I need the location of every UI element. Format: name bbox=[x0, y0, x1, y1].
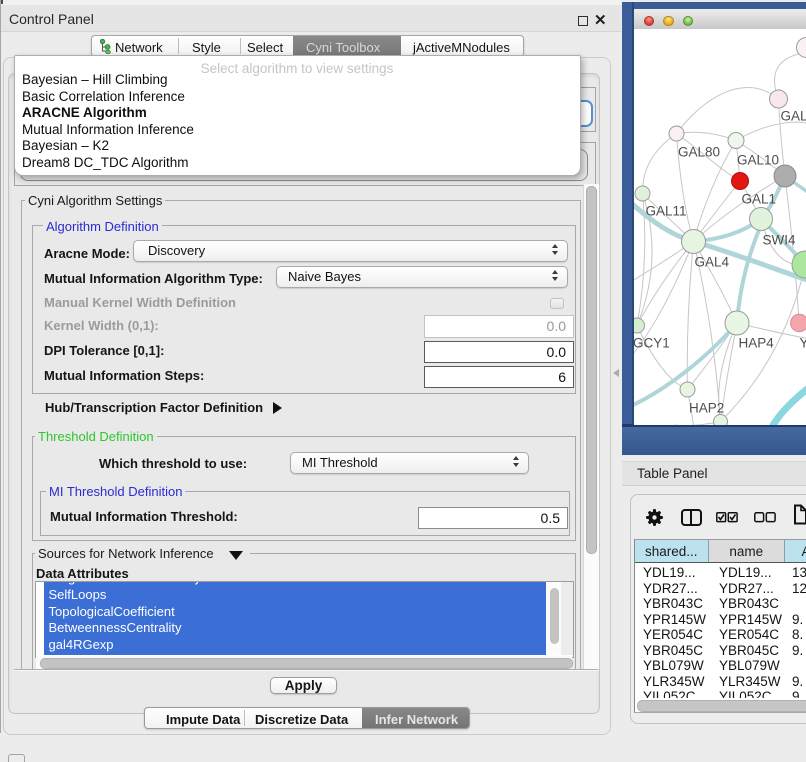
svg-text:SWI4: SWI4 bbox=[762, 232, 795, 247]
svg-text:HAP2: HAP2 bbox=[689, 400, 724, 415]
svg-text:GAL2: GAL2 bbox=[780, 108, 806, 123]
svg-text:GAL10: GAL10 bbox=[737, 152, 779, 167]
svg-text:GAL11: GAL11 bbox=[645, 203, 686, 218]
svg-text:HAP4: HAP4 bbox=[738, 335, 774, 350]
svg-text:GAL1: GAL1 bbox=[741, 191, 776, 206]
svg-text:YJR: YJR bbox=[799, 335, 806, 350]
svg-text:GAL4: GAL4 bbox=[694, 254, 729, 269]
svg-text:GAL80: GAL80 bbox=[678, 144, 720, 159]
svg-text:GCY1: GCY1 bbox=[634, 335, 670, 350]
